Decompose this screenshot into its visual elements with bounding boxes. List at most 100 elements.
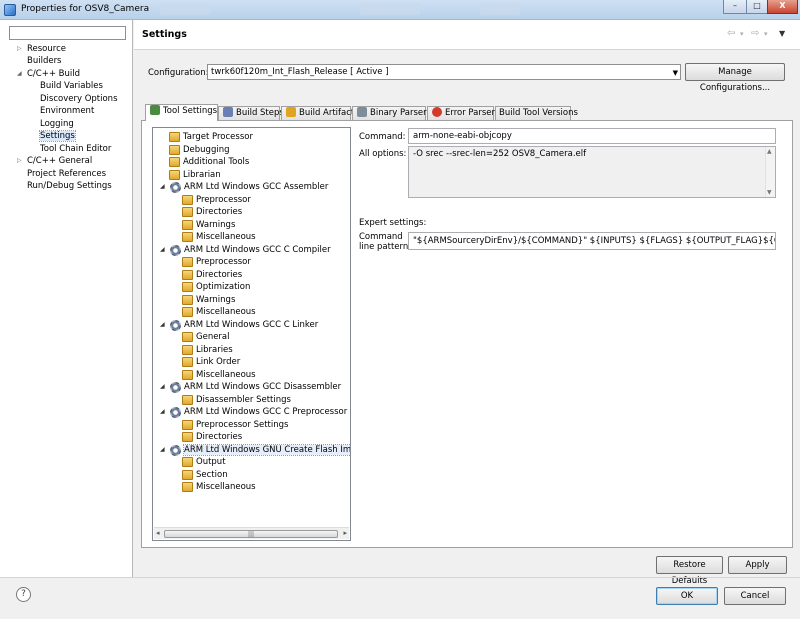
tool-tree-option[interactable]: Miscellaneous <box>182 231 256 243</box>
sidebar-item-resource[interactable]: ▷ Resource <box>17 43 66 55</box>
sidebar-item-build-variables[interactable]: Build Variables <box>40 80 103 92</box>
gear-icon <box>170 244 181 256</box>
chevron-down-icon[interactable]: ▼ <box>779 29 785 38</box>
option-category-icon <box>169 144 180 155</box>
all-options-textarea[interactable]: -O srec --srec-len=252 OSV8_Camera.elf ▲… <box>408 146 776 198</box>
forward-arrow-icon[interactable]: ⇨ <box>751 28 759 39</box>
filter-input[interactable] <box>9 26 126 40</box>
tab-error-parsers[interactable]: Error Parsers <box>427 106 499 120</box>
tool-tree-tool[interactable]: ◢ ARM Ltd Windows GCC C Compiler <box>160 244 331 256</box>
tool-tree-tool[interactable]: ◢ ARM Ltd Windows GCC Assembler <box>160 181 328 193</box>
tool-tree-option[interactable]: Miscellaneous <box>182 306 256 318</box>
tool-tree-option[interactable]: Preprocessor <box>182 256 251 268</box>
help-icon[interactable]: ? <box>16 587 31 602</box>
sidebar-item-settings[interactable]: Settings <box>39 130 76 142</box>
tab-build-steps[interactable]: Build Steps <box>218 106 284 120</box>
tool-tree-tool[interactable]: ◢ ARM Ltd Windows GNU Create Flash Image <box>160 443 350 456</box>
tool-tree-option[interactable]: Warnings <box>182 219 235 231</box>
tool-tree-option[interactable]: Output <box>182 456 226 468</box>
collapsed-triangle-icon[interactable]: ▷ <box>17 43 22 55</box>
scroll-up-icon[interactable]: ▲ <box>767 148 772 155</box>
back-arrow-icon[interactable]: ⇦ <box>727 28 735 39</box>
expanded-triangle-icon[interactable]: ◢ <box>160 319 165 331</box>
tool-tree-label: Preprocessor <box>196 194 251 205</box>
tab-label: Tool Settings <box>163 106 218 116</box>
tool-tree-option[interactable]: Directories <box>182 431 242 443</box>
tab-binary-parsers[interactable]: Binary Parsers <box>352 106 431 120</box>
tool-tree-option[interactable]: Debugging <box>169 144 230 156</box>
tree-horizontal-scrollbar[interactable]: ◂ ||| ▸ <box>154 527 349 539</box>
command-input[interactable]: arm-none-eabi-objcopy <box>408 128 776 144</box>
collapsed-triangle-icon[interactable]: ▷ <box>17 155 22 167</box>
tool-tree-option[interactable]: Additional Tools <box>169 156 249 168</box>
cancel-button[interactable]: Cancel <box>724 587 786 605</box>
tool-tree-option[interactable]: Miscellaneous <box>182 369 256 381</box>
dialog-divider <box>0 577 800 578</box>
ok-button[interactable]: OK <box>656 587 718 605</box>
sidebar-item-logging[interactable]: Logging <box>40 118 74 130</box>
restore-defaults-button[interactable]: Restore Defaults <box>656 556 723 586</box>
tool-tree-option[interactable]: Miscellaneous <box>182 481 256 493</box>
tool-tree-option[interactable]: Optimization <box>182 281 250 293</box>
tool-tree-option[interactable]: Directories <box>182 269 243 281</box>
tool-tree-option[interactable]: Librarian <box>169 169 221 181</box>
tool-tree-option[interactable]: Warnings <box>182 294 235 306</box>
tool-tree-option[interactable]: Preprocessor <box>182 194 251 206</box>
tool-tree-label: Directories <box>196 269 243 280</box>
scrollbar-thumb[interactable]: ||| <box>164 530 338 538</box>
option-category-icon <box>182 282 193 292</box>
tab-build-tool-versions[interactable]: Build Tool Versions <box>495 106 578 120</box>
scroll-down-icon[interactable]: ▼ <box>767 189 772 196</box>
maximize-button[interactable]: □ <box>746 0 768 14</box>
tool-tree-label: ARM Ltd Windows GCC C Preprocessor <box>184 407 348 417</box>
expanded-triangle-icon[interactable]: ◢ <box>160 444 165 456</box>
tool-tree-option[interactable]: Directories <box>182 206 242 218</box>
all-options-scrollbar[interactable]: ▲ ▼ <box>765 147 775 197</box>
page-title: Settings <box>142 29 187 40</box>
tool-tree-tool[interactable]: ◢ ARM Ltd Windows GCC C Preprocessor <box>160 406 348 418</box>
command-line-pattern-input[interactable]: "${ARMSourceryDirEnv}/${COMMAND}" ${INPU… <box>408 232 776 250</box>
tool-tree-tool[interactable]: ◢ ARM Ltd Windows GCC C Linker <box>160 319 318 331</box>
minimize-button[interactable]: – <box>723 0 747 14</box>
sidebar-item-run-debug-settings[interactable]: Run/Debug Settings <box>27 180 112 192</box>
back-history-chevron-down-icon[interactable]: ▾ <box>740 30 744 38</box>
tool-tree[interactable]: Target Processor Debugging Additional Tool… <box>152 127 351 541</box>
tool-tree-option[interactable]: Libraries <box>182 344 233 356</box>
settings-header: Settings ⇦ ▾ ⇨ ▾ ▼ <box>134 20 800 50</box>
build-steps-icon <box>223 107 233 117</box>
tool-tree-option[interactable]: Section <box>182 469 228 481</box>
close-button[interactable]: X <box>767 0 798 14</box>
expanded-triangle-icon[interactable]: ◢ <box>160 244 165 256</box>
forward-history-chevron-down-icon[interactable]: ▾ <box>764 30 768 38</box>
apply-button[interactable]: Apply <box>728 556 787 574</box>
option-category-icon <box>182 369 193 380</box>
scroll-left-icon[interactable]: ◂ <box>156 529 160 537</box>
expanded-triangle-icon[interactable]: ◢ <box>17 68 22 80</box>
command-label: Command: <box>359 132 406 142</box>
tab-build-artifact[interactable]: Build Artifact <box>281 106 354 120</box>
sidebar-item-c-c-general[interactable]: ▷ C/C++ General <box>17 155 92 167</box>
gear-icon <box>170 382 181 393</box>
expanded-triangle-icon[interactable]: ◢ <box>160 406 165 418</box>
tab-tool-settings[interactable]: Tool Settings <box>145 104 218 121</box>
sidebar-item-environment[interactable]: Environment <box>40 105 94 117</box>
sidebar-item-builders[interactable]: Builders <box>27 55 62 67</box>
expanded-triangle-icon[interactable]: ◢ <box>160 181 165 193</box>
tool-tree-option[interactable]: Target Processor <box>169 131 253 143</box>
scroll-right-icon[interactable]: ▸ <box>343 529 347 537</box>
gear-icon <box>170 407 181 418</box>
tool-tree-option[interactable]: Link Order <box>182 356 240 368</box>
sidebar-item-c-c-build[interactable]: ◢ C/C++ Build <box>17 68 80 80</box>
tool-tree-option[interactable]: Preprocessor Settings <box>182 419 288 431</box>
sidebar-item-label: Builders <box>27 56 62 66</box>
tool-tree-tool[interactable]: ◢ ARM Ltd Windows GCC Disassembler <box>160 381 341 393</box>
sidebar-item-tool-chain-editor[interactable]: Tool Chain Editor <box>40 143 111 155</box>
tool-tree-option[interactable]: General <box>182 331 230 343</box>
manage-configurations-button[interactable]: Manage Configurations... <box>685 63 785 93</box>
sidebar-item-discovery-options[interactable]: Discovery Options <box>40 93 118 105</box>
sidebar-item-project-references[interactable]: Project References <box>27 168 106 180</box>
expanded-triangle-icon[interactable]: ◢ <box>160 381 165 393</box>
tool-tree-option[interactable]: Disassembler Settings <box>182 394 291 406</box>
configuration-label: Configuration: <box>148 68 209 78</box>
configuration-select[interactable]: twrk60f120m_Int_Flash_Release [ Active ]… <box>207 64 681 80</box>
